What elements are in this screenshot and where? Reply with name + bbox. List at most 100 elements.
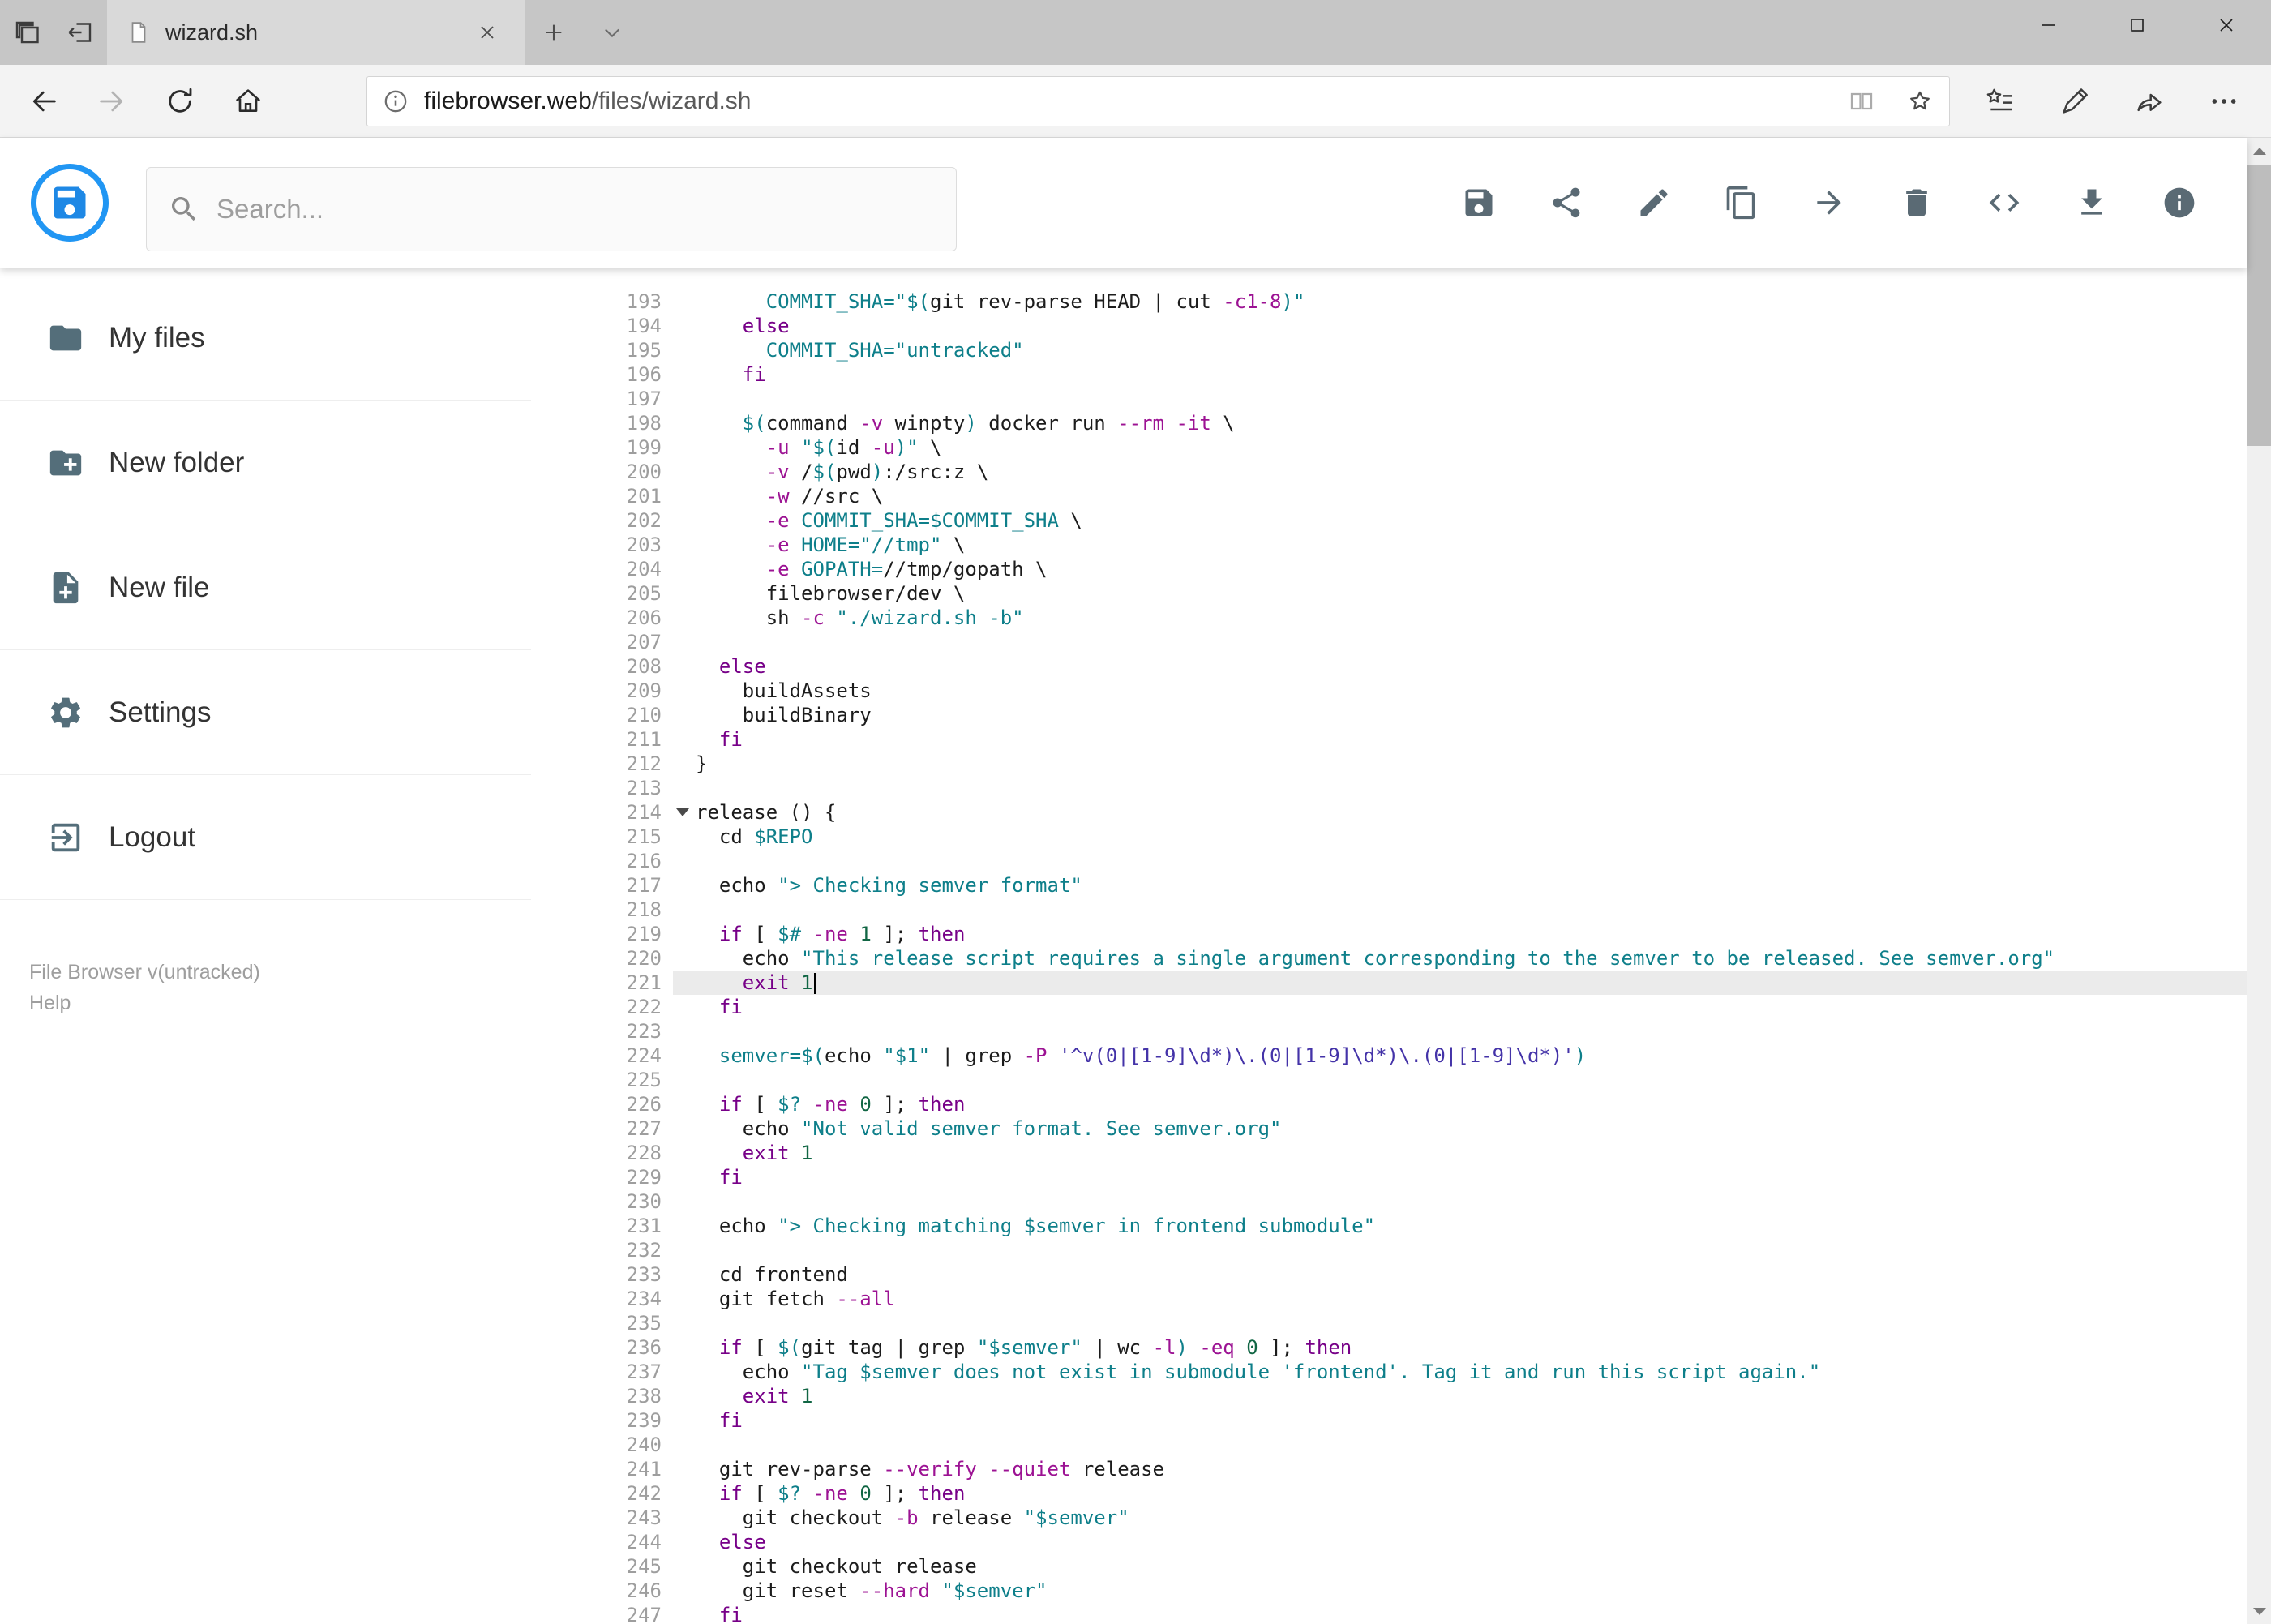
forward-button[interactable] xyxy=(78,67,146,135)
code-line[interactable]: 232 xyxy=(531,1238,2247,1262)
set-tabs-aside-button[interactable] xyxy=(54,0,107,65)
close-window-button[interactable] xyxy=(2182,0,2271,50)
back-button[interactable] xyxy=(10,67,78,135)
code-line[interactable]: 233 cd frontend xyxy=(531,1262,2247,1287)
code-line[interactable]: 202 -e COMMIT_SHA=$COMMIT_SHA \ xyxy=(531,508,2247,533)
rename-button[interactable] xyxy=(1625,164,1683,242)
code-line[interactable]: 206 sh -c "./wizard.sh -b" xyxy=(531,606,2247,630)
site-info-button[interactable] xyxy=(367,88,424,115)
code-line[interactable]: 204 -e GOPATH=//tmp/gopath \ xyxy=(531,557,2247,581)
hub-favorites-button[interactable] xyxy=(1963,67,2037,135)
code-line[interactable]: 242 if [ $? -ne 0 ]; then xyxy=(531,1481,2247,1506)
code-line[interactable]: 212} xyxy=(531,752,2247,776)
search-input[interactable] xyxy=(216,194,935,225)
sidebar-item-logout[interactable]: Logout xyxy=(0,775,531,900)
code-line[interactable]: 200 -v /$(pwd):/src:z \ xyxy=(531,460,2247,484)
code-line[interactable]: 195 COMMIT_SHA="untracked" xyxy=(531,338,2247,362)
sidebar-item-new-file[interactable]: New file xyxy=(0,525,531,650)
code-line[interactable]: 196 fi xyxy=(531,362,2247,387)
code-line[interactable]: 201 -w //src \ xyxy=(531,484,2247,508)
code-line[interactable]: 220 echo "This release script requires a… xyxy=(531,946,2247,971)
code-line[interactable]: 198 $(command -v winpty) docker run --rm… xyxy=(531,411,2247,435)
more-menu-button[interactable] xyxy=(2187,67,2261,135)
refresh-button[interactable] xyxy=(146,67,214,135)
download-button[interactable] xyxy=(2063,164,2121,242)
fold-open-icon[interactable] xyxy=(676,808,689,816)
code-line[interactable]: 234 git fetch --all xyxy=(531,1287,2247,1311)
code-line[interactable]: 245 git checkout release xyxy=(531,1554,2247,1579)
code-line[interactable]: 240 xyxy=(531,1433,2247,1457)
code-line[interactable]: 203 -e HOME="//tmp" \ xyxy=(531,533,2247,557)
code-line[interactable]: 215 cd $REPO xyxy=(531,825,2247,849)
code-line[interactable]: 222 fi xyxy=(531,995,2247,1019)
code-line[interactable]: 244 else xyxy=(531,1530,2247,1554)
code-line[interactable]: 241 git rev-parse --verify --quiet relea… xyxy=(531,1457,2247,1481)
code-line[interactable]: 217 echo "> Checking semver format" xyxy=(531,873,2247,898)
browser-tab[interactable]: wizard.sh xyxy=(107,0,525,65)
code-line[interactable]: 247 fi xyxy=(531,1603,2247,1624)
sidebar-item-settings[interactable]: Settings xyxy=(0,650,531,775)
code-editor[interactable]: 193 COMMIT_SHA="$(git rev-parse HEAD | c… xyxy=(531,268,2247,1624)
code-line[interactable]: 194 else xyxy=(531,314,2247,338)
code-line[interactable]: 208 else xyxy=(531,654,2247,679)
page-scrollbar[interactable] xyxy=(2247,138,2271,1624)
maximize-button[interactable] xyxy=(2093,0,2182,50)
code-line[interactable]: 197 xyxy=(531,387,2247,411)
search-box[interactable] xyxy=(146,167,957,251)
code-line[interactable]: 228 exit 1 xyxy=(531,1141,2247,1165)
web-note-button[interactable] xyxy=(2037,67,2112,135)
delete-button[interactable] xyxy=(1888,164,1946,242)
tab-close-button[interactable] xyxy=(469,15,505,50)
code-line[interactable]: 223 xyxy=(531,1019,2247,1043)
code-editor-button[interactable] xyxy=(1975,164,2033,242)
move-button[interactable] xyxy=(1800,164,1858,242)
minimize-button[interactable] xyxy=(2003,0,2093,50)
code-line[interactable]: 226 if [ $? -ne 0 ]; then xyxy=(531,1092,2247,1116)
home-button[interactable] xyxy=(214,67,282,135)
code-line[interactable]: 213 xyxy=(531,776,2247,800)
scrollbar-thumb[interactable] xyxy=(2247,165,2271,446)
code-line[interactable]: 211 fi xyxy=(531,727,2247,752)
code-line[interactable]: 246 git reset --hard "$semver" xyxy=(531,1579,2247,1603)
code-line[interactable]: 193 COMMIT_SHA="$(git rev-parse HEAD | c… xyxy=(531,289,2247,314)
code-line[interactable]: 205 filebrowser/dev \ xyxy=(531,581,2247,606)
help-link[interactable]: Help xyxy=(29,988,260,1018)
code-line[interactable]: 207 xyxy=(531,630,2247,654)
tabs-you-set-aside-button[interactable] xyxy=(0,0,54,65)
code-line[interactable]: 235 xyxy=(531,1311,2247,1335)
address-bar[interactable]: filebrowser.web/files/wizard.sh xyxy=(366,75,1950,126)
code-line[interactable]: 236 if [ $(git tag | grep "$semver" | wc… xyxy=(531,1335,2247,1360)
sidebar-item-my-files[interactable]: My files xyxy=(0,276,531,401)
save-button[interactable] xyxy=(1450,164,1508,242)
code-line[interactable]: 230 xyxy=(531,1189,2247,1214)
code-line[interactable]: 210 buildBinary xyxy=(531,703,2247,727)
code-line[interactable]: 225 xyxy=(531,1068,2247,1092)
info-button[interactable] xyxy=(2150,164,2209,242)
code-line[interactable]: 243 git checkout -b release "$semver" xyxy=(531,1506,2247,1530)
code-line[interactable]: 221 exit 1 xyxy=(531,971,2247,995)
code-line[interactable]: 199 -u "$(id -u)" \ xyxy=(531,435,2247,460)
share-button[interactable] xyxy=(1537,164,1596,242)
scroll-up-button[interactable] xyxy=(2247,138,2271,164)
code-line[interactable]: 218 xyxy=(531,898,2247,922)
copy-button[interactable] xyxy=(1712,164,1771,242)
new-tab-button[interactable] xyxy=(525,0,583,65)
code-line[interactable]: 219 if [ $# -ne 1 ]; then xyxy=(531,922,2247,946)
share-button-browser[interactable] xyxy=(2112,67,2187,135)
code-line[interactable]: 209 buildAssets xyxy=(531,679,2247,703)
reading-view-button[interactable] xyxy=(1832,78,1891,125)
url-text[interactable]: filebrowser.web/files/wizard.sh xyxy=(424,88,1832,115)
code-line[interactable]: 238 exit 1 xyxy=(531,1384,2247,1408)
add-favorite-button[interactable] xyxy=(1891,78,1949,125)
code-line[interactable]: 227 echo "Not valid semver format. See s… xyxy=(531,1116,2247,1141)
code-line[interactable]: 214 release () { xyxy=(531,800,2247,825)
code-line[interactable]: 224 semver=$(echo "$1" | grep -P '^v(0|[… xyxy=(531,1043,2247,1068)
code-line[interactable]: 239 fi xyxy=(531,1408,2247,1433)
scroll-down-button[interactable] xyxy=(2247,1598,2271,1624)
filebrowser-logo[interactable] xyxy=(31,164,109,242)
code-line[interactable]: 216 xyxy=(531,849,2247,873)
code-line[interactable]: 229 fi xyxy=(531,1165,2247,1189)
code-line[interactable]: 237 echo "Tag $semver does not exist in … xyxy=(531,1360,2247,1384)
sidebar-item-new-folder[interactable]: New folder xyxy=(0,401,531,525)
code-line[interactable]: 231 echo "> Checking matching $semver in… xyxy=(531,1214,2247,1238)
